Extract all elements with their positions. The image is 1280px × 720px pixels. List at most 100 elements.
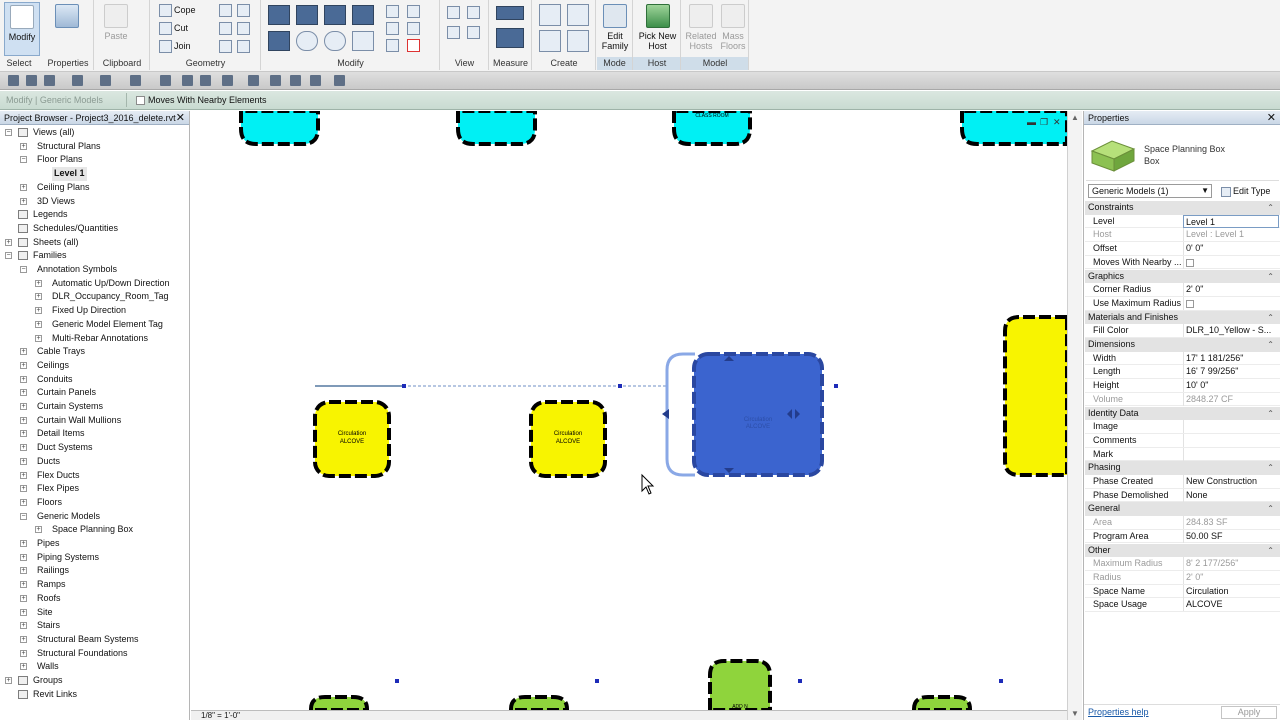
expand-icon[interactable]: + <box>20 375 27 383</box>
expand-icon[interactable]: + <box>20 567 27 575</box>
browser-item[interactable]: + Flex Ducts <box>0 469 190 483</box>
collapse-icon[interactable]: ⌃ <box>1267 311 1274 325</box>
browser-item[interactable]: + Piping Systems <box>0 551 190 565</box>
sync-icon[interactable] <box>44 75 55 86</box>
browser-item[interactable]: + Multi-Rebar Annotations <box>0 332 190 346</box>
collapse-icon[interactable]: ⌃ <box>1267 201 1274 215</box>
browser-item[interactable]: + Walls <box>0 660 190 674</box>
browser-item[interactable]: − Families <box>0 249 190 263</box>
grip-handle[interactable] <box>618 384 622 388</box>
scale-icon[interactable] <box>407 22 420 35</box>
property-group-header[interactable]: Identity Data ⌃ <box>1085 406 1280 421</box>
expand-icon[interactable]: + <box>35 526 42 534</box>
grip-handle[interactable] <box>999 679 1003 683</box>
create-parts-icon[interactable] <box>567 4 589 26</box>
property-group-header[interactable]: Materials and Finishes ⌃ <box>1085 310 1280 325</box>
print-icon[interactable] <box>130 75 141 86</box>
expand-icon[interactable]: + <box>20 183 27 191</box>
restore-icon[interactable]: ❐ <box>1040 117 1048 128</box>
cope-button[interactable]: Cope <box>159 3 196 18</box>
property-value[interactable]: 17' 1 181/256" <box>1183 351 1279 365</box>
close-icon[interactable]: ✕ <box>176 111 185 125</box>
delete-icon[interactable] <box>407 39 420 52</box>
expand-icon[interactable]: + <box>20 540 27 547</box>
browser-item[interactable]: + Conduits <box>0 373 190 387</box>
graphics-icon[interactable] <box>467 26 480 39</box>
property-value[interactable] <box>1183 296 1279 310</box>
browser-item[interactable]: + Ramps <box>0 578 190 592</box>
property-group-header[interactable]: Other ⌃ <box>1085 543 1280 558</box>
property-value[interactable]: 16' 7 99/256" <box>1183 365 1279 379</box>
browser-item[interactable]: + Structural Plans <box>0 140 190 154</box>
expand-icon[interactable]: + <box>20 553 27 561</box>
browser-item[interactable]: + Automatic Up/Down Direction <box>0 277 190 291</box>
open-icon[interactable] <box>8 75 19 86</box>
3d-view-icon[interactable] <box>222 75 233 86</box>
property-value[interactable]: DLR_10_Yellow - S... <box>1183 324 1279 338</box>
browser-item[interactable]: + Ceiling Plans <box>0 181 190 195</box>
browser-item[interactable]: + Roofs <box>0 592 190 606</box>
browser-item[interactable]: + Pipes <box>0 537 190 551</box>
thin-lines-icon[interactable] <box>270 75 281 86</box>
dimension-qat-icon[interactable] <box>182 75 193 86</box>
space-box-yellow[interactable] <box>1003 315 1067 477</box>
expand-icon[interactable]: + <box>20 594 27 602</box>
grip-handle[interactable] <box>798 679 802 683</box>
property-group-header[interactable]: Constraints ⌃ <box>1085 201 1280 215</box>
unpin-icon[interactable] <box>386 39 399 52</box>
expand-icon[interactable]: + <box>35 334 42 342</box>
property-value[interactable]: Level 1 <box>1183 214 1279 228</box>
measure-icon[interactable] <box>496 6 524 20</box>
category-filter-dropdown[interactable]: Generic Models (1) ▼ <box>1088 184 1212 198</box>
pick-new-host-button[interactable]: Pick New Host <box>636 2 679 54</box>
browser-item[interactable]: Revit Links <box>0 688 190 702</box>
array-icon[interactable] <box>386 22 399 35</box>
collapse-icon[interactable]: ⌃ <box>1267 407 1274 421</box>
browser-item[interactable]: + Site <box>0 606 190 620</box>
save-icon[interactable] <box>26 75 37 86</box>
property-group-header[interactable]: Graphics ⌃ <box>1085 269 1280 284</box>
browser-item[interactable]: − Generic Models <box>0 510 190 524</box>
space-box-green[interactable] <box>309 695 369 710</box>
properties-help-link[interactable]: Properties help <box>1088 707 1149 717</box>
expand-icon[interactable]: + <box>20 403 27 410</box>
expand-icon[interactable]: + <box>20 649 27 657</box>
customize-icon[interactable] <box>334 75 345 86</box>
mass-floors-button[interactable]: Mass Floors <box>716 2 750 54</box>
undo-icon[interactable] <box>72 75 83 86</box>
expand-icon[interactable]: + <box>20 197 27 205</box>
expand-icon[interactable]: + <box>20 430 27 438</box>
browser-item[interactable]: + Detail Items <box>0 427 190 441</box>
browser-item[interactable]: + Curtain Wall Mullions <box>0 414 190 428</box>
property-value[interactable]: 2' 0" <box>1183 283 1279 297</box>
pin-icon[interactable] <box>407 5 420 18</box>
demolish-icon[interactable] <box>219 40 232 53</box>
collapse-icon[interactable]: − <box>20 512 27 520</box>
property-value[interactable]: None <box>1183 488 1279 502</box>
property-value[interactable] <box>1183 255 1279 269</box>
property-value[interactable]: 50.00 SF <box>1183 529 1279 543</box>
create-group-icon[interactable] <box>539 30 561 52</box>
browser-item[interactable]: + Cable Trays <box>0 345 190 359</box>
override-icon[interactable] <box>467 6 480 19</box>
browser-item[interactable]: + Stairs <box>0 619 190 633</box>
space-box-green[interactable] <box>509 695 569 710</box>
property-checkbox[interactable] <box>1186 258 1194 267</box>
mirror-draw-icon[interactable] <box>352 5 374 25</box>
space-box-cyan[interactable] <box>960 111 1067 146</box>
paint-icon[interactable] <box>219 22 232 35</box>
edit-type-button[interactable]: Edit Type <box>1221 184 1270 198</box>
close-view-icon[interactable]: ✕ <box>1053 117 1061 128</box>
align-icon[interactable] <box>268 5 290 25</box>
browser-item[interactable]: + Floors <box>0 496 190 510</box>
collapse-icon[interactable]: − <box>5 129 12 136</box>
browser-item[interactable]: + DLR_Occupancy_Room_Tag <box>0 290 190 304</box>
space-box-green[interactable] <box>912 695 972 710</box>
expand-icon[interactable]: + <box>20 622 27 630</box>
expand-icon[interactable]: + <box>35 320 42 328</box>
browser-item[interactable]: + Duct Systems <box>0 441 190 455</box>
redo-icon[interactable] <box>100 75 111 86</box>
view-scale[interactable]: 1/8" = 1'-0" <box>201 711 240 720</box>
grip-handle[interactable] <box>595 679 599 683</box>
move-icon[interactable] <box>268 31 290 51</box>
